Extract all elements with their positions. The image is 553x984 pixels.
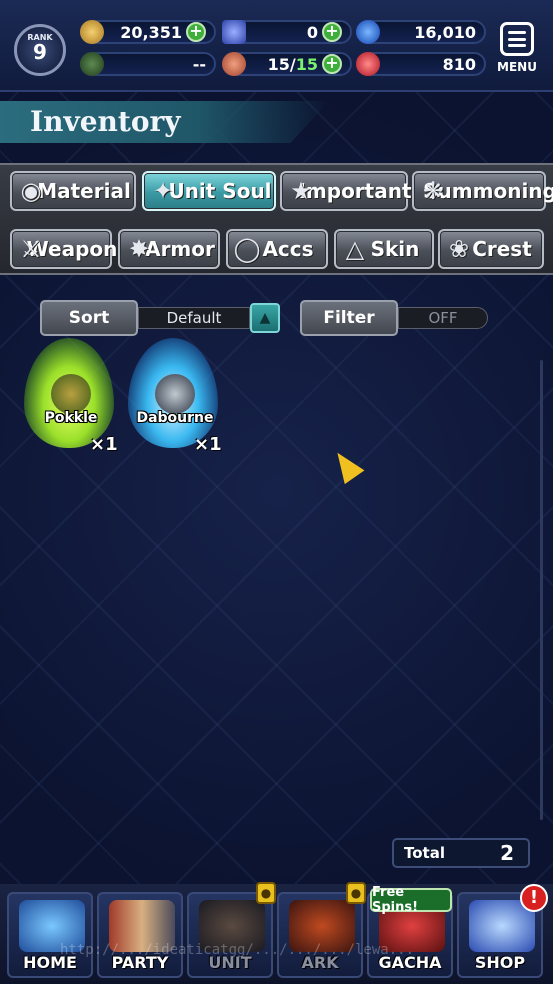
tab-crest[interactable]: ❀ Crest — [438, 229, 544, 269]
bottom-navigation: HOME PARTY UNIT ARK GACHA SHOP ● ● — [0, 882, 553, 984]
add-stamina-button[interactable]: + — [322, 54, 342, 74]
total-count-box: Total 2 — [392, 838, 530, 868]
tab-unit-soul-label: Unit Soul — [168, 179, 272, 203]
item-quantity: ×1 — [194, 434, 222, 455]
menu-label: MENU — [497, 60, 537, 74]
status-bar: RANK 9 20,351 + 0 + 16,010 -- 15 / 15 + … — [0, 0, 553, 92]
stamina-max: 15 — [295, 54, 318, 74]
hanger-icon: △ — [345, 235, 365, 263]
nav-party-button[interactable]: PARTY — [97, 892, 183, 978]
compass-value: -- — [192, 54, 206, 74]
red-orb-counter: 810 — [356, 52, 486, 76]
item-quantity: ×1 — [90, 434, 118, 455]
tab-unit-soul[interactable]: ✦ Unit Soul — [142, 171, 276, 211]
tab-summoning[interactable]: ❋ Summoning — [412, 171, 553, 211]
tab-armor[interactable]: ✸ Armor — [118, 229, 220, 269]
category-tab-panel: ◉ Material ✦ Unit Soul ★ Important ❋ Sum… — [0, 163, 553, 275]
sort-label: Sort — [68, 308, 110, 328]
red-orb-icon — [356, 52, 380, 76]
lapis-counter: 0 + — [222, 20, 352, 44]
sort-order-button[interactable]: ▲ — [250, 303, 280, 333]
unit-lock-icon: ● — [256, 882, 276, 904]
menu-button[interactable]: MENU — [494, 22, 540, 80]
list-item-dabourne[interactable]: Dabourne ×1 — [128, 338, 228, 458]
triangle-up-icon: ▲ — [259, 310, 271, 326]
item-name: Pokkle — [44, 410, 98, 426]
soul-orb-icon — [51, 374, 91, 414]
ark-lock-icon: ● — [346, 882, 366, 904]
tab-material-label: Material — [37, 179, 131, 203]
add-lapis-button[interactable]: + — [322, 22, 342, 42]
tab-accs-label: Accs — [262, 237, 314, 261]
page-title-banner: Inventory — [0, 101, 330, 143]
background-pattern — [0, 0, 553, 984]
gil-coin-icon — [80, 20, 104, 44]
tab-armor-label: Armor — [145, 237, 215, 261]
star-icon: ★ — [290, 177, 312, 205]
tab-crest-label: Crest — [472, 237, 532, 261]
compass-counter: -- — [80, 52, 216, 76]
bag-icon: ◉ — [20, 177, 42, 205]
stamina-counter: 15 / 15 + — [222, 52, 352, 76]
armor-icon: ✸ — [128, 235, 150, 263]
total-value: 2 — [500, 841, 514, 865]
soul-orb-icon — [155, 374, 195, 414]
tab-weapon[interactable]: ⚔ Weapon — [10, 229, 117, 269]
nav-unit-button[interactable]: UNIT — [187, 892, 273, 978]
rank-value: 9 — [33, 40, 47, 64]
summon-icon: ❋ — [422, 177, 444, 205]
lapis-value: 0 — [306, 22, 318, 42]
tab-material[interactable]: ◉ Material — [10, 171, 136, 211]
free-spins-badge[interactable]: Free Spins! — [370, 885, 452, 915]
tab-skin-label: Skin — [370, 237, 420, 261]
gil-counter: 20,351 + — [80, 20, 216, 44]
ring-icon: ◯ — [233, 235, 261, 263]
stamina-icon — [222, 52, 246, 76]
blue-orb-counter: 16,010 — [356, 20, 486, 44]
page-title: Inventory — [30, 105, 181, 138]
blue-orb-value: 16,010 — [414, 22, 476, 42]
nav-shop-label: SHOP — [474, 953, 526, 972]
tab-skin[interactable]: △ Skin — [334, 229, 434, 269]
list-item-pokkle[interactable]: Pokkle ×1 — [24, 338, 124, 458]
lapis-crystal-icon — [222, 20, 246, 44]
watermark: http://.../ideaticatgg/.../.../.../lewa.… — [60, 942, 415, 958]
tab-important[interactable]: ★ Important — [280, 171, 412, 211]
gil-value: 20,351 — [120, 22, 182, 42]
filter-value[interactable]: OFF — [398, 307, 488, 329]
shop-alert-badge: ! — [520, 884, 548, 912]
filter-label: Filter — [323, 308, 375, 328]
tab-accs[interactable]: ◯ Accs — [226, 229, 328, 269]
scrollbar[interactable] — [540, 360, 543, 820]
sort-value[interactable]: Default — [138, 307, 250, 329]
filter-button[interactable]: Filter — [300, 300, 398, 336]
total-label: Total — [404, 844, 445, 862]
rank-badge[interactable]: RANK 9 — [14, 24, 66, 76]
blue-orb-icon — [356, 20, 380, 44]
hamburger-icon — [500, 22, 534, 56]
stamina-current: 15 — [267, 54, 290, 74]
sort-button[interactable]: Sort — [40, 300, 138, 336]
soul-icon: ✦ — [152, 177, 174, 205]
compass-icon — [80, 52, 104, 76]
red-orb-value: 810 — [442, 54, 476, 74]
add-gil-button[interactable]: + — [186, 22, 206, 42]
nav-home-button[interactable]: HOME — [7, 892, 93, 978]
sword-icon: ⚔ — [20, 235, 42, 263]
item-name: Dabourne — [136, 410, 214, 426]
nav-ark-button[interactable]: ARK — [277, 892, 363, 978]
crest-icon: ❀ — [448, 235, 470, 263]
